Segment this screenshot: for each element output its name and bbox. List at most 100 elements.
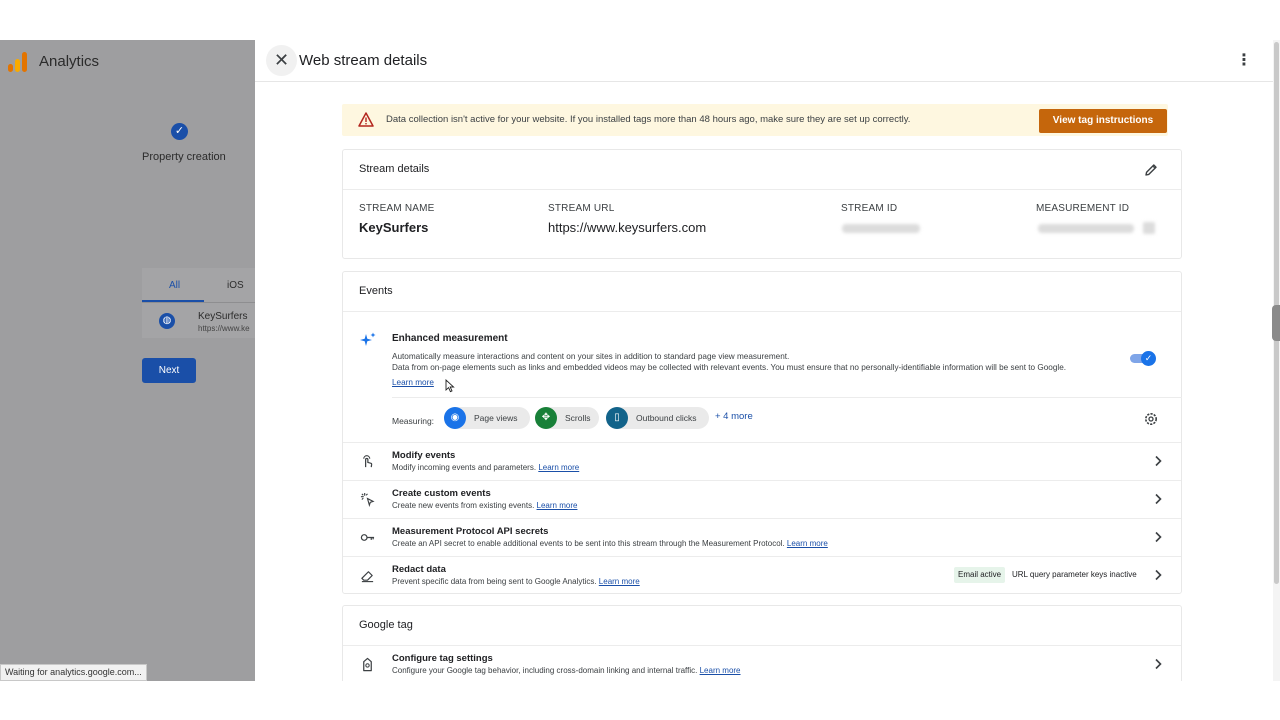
screen-frame: Analytics ✓ Property creation All iOS ◍ …	[0, 40, 1280, 681]
measurement-id-label: MEASUREMENT ID	[1036, 203, 1130, 214]
row-desc: Configure your Google tag behavior, incl…	[392, 666, 741, 675]
chip-label: Scrolls	[565, 413, 591, 423]
more-options-icon[interactable]: ⋮	[1236, 51, 1252, 71]
drawer-header: ✕ Web stream details ⋮	[255, 40, 1273, 82]
banner-text: Data collection isn't active for your we…	[386, 114, 911, 125]
chip-outbound-clicks[interactable]: ▯ Outbound clicks	[606, 407, 709, 429]
modify-events-row[interactable]: Modify events Modify incoming events and…	[343, 442, 1181, 480]
key-icon	[360, 534, 375, 541]
close-icon: ✕	[273, 50, 290, 70]
eye-icon: ◉	[444, 407, 466, 429]
row-desc: Create new events from existing events. …	[392, 501, 577, 510]
events-card: Events Enhanced measurement Automaticall…	[342, 271, 1182, 594]
chip-label: Page views	[474, 413, 518, 423]
chevron-right-icon	[1155, 455, 1162, 467]
enhanced-measurement-desc-2: Data from on-page elements such as links…	[392, 363, 1067, 372]
background-stream-url: https://www.ke	[198, 324, 250, 333]
row-desc-text: Create new events from existing events.	[392, 501, 535, 510]
scroll-arrows-icon: ✥	[535, 407, 557, 429]
background-app: Analytics ✓ Property creation All iOS ◍ …	[0, 40, 255, 681]
configure-tag-settings-row[interactable]: Configure tag settings Configure your Go…	[343, 645, 1181, 681]
web-stream-details-drawer: ✕ Web stream details ⋮ Data collection i…	[255, 40, 1273, 681]
measurement-id-value-redacted	[1038, 224, 1134, 233]
gear-icon[interactable]	[1143, 411, 1159, 427]
close-button[interactable]: ✕	[266, 45, 297, 76]
mouse-cursor-icon	[445, 379, 455, 393]
sparkle-icon	[360, 332, 376, 346]
warning-icon	[358, 112, 374, 127]
row-desc: Prevent specific data from being sent to…	[392, 577, 640, 586]
stream-url-label: STREAM URL	[548, 203, 615, 214]
mouse-icon: ▯	[606, 407, 628, 429]
step-label: Property creation	[142, 151, 226, 163]
create-custom-events-row[interactable]: Create custom events Create new events f…	[343, 480, 1181, 518]
enhanced-measurement-section: Enhanced measurement Automatically measu…	[343, 312, 1182, 442]
background-stream-name[interactable]: KeySurfers	[198, 311, 247, 322]
tab-ios[interactable]: iOS	[227, 280, 244, 291]
chevron-right-icon	[1155, 531, 1162, 543]
stream-id-label: STREAM ID	[841, 203, 898, 214]
row-desc-text: Configure your Google tag behavior, incl…	[392, 666, 698, 675]
chip-label: Outbound clicks	[636, 413, 697, 423]
enhanced-measurement-learn-more-link[interactable]: Learn more	[392, 378, 434, 387]
enhanced-measurement-title: Enhanced measurement	[392, 333, 508, 344]
stream-name-value: KeySurfers	[359, 220, 429, 235]
stream-url-value: https://www.keysurfers.com	[548, 220, 707, 235]
row-title: Redact data	[392, 564, 446, 575]
chevron-right-icon	[1155, 658, 1162, 670]
background-stream-card: All iOS ◍ KeySurfers https://www.ke	[142, 268, 255, 338]
next-button[interactable]: Next	[142, 358, 196, 383]
url-keys-status-badge: URL query parameter keys inactive	[1012, 570, 1137, 579]
row-title: Configure tag settings	[392, 653, 493, 664]
background-header: Analytics	[0, 40, 255, 82]
row-desc-text: Prevent specific data from being sent to…	[392, 577, 597, 586]
step-complete-check-icon: ✓	[171, 123, 188, 140]
drawer-title: Web stream details	[299, 52, 428, 69]
enhanced-measurement-desc-1: Automatically measure interactions and c…	[392, 352, 790, 361]
email-status-badge: Email active	[954, 567, 1006, 583]
stream-details-title: Stream details	[359, 163, 430, 175]
google-tag-card: Google tag Configure tag settings Config…	[342, 605, 1182, 681]
learn-more-link[interactable]: Learn more	[787, 539, 828, 548]
chip-scrolls[interactable]: ✥ Scrolls	[535, 407, 599, 429]
card-divider	[343, 189, 1181, 190]
browser-status-bar: Waiting for analytics.google.com...	[0, 664, 147, 681]
row-desc: Create an API secret to enable additiona…	[392, 539, 828, 548]
learn-more-link[interactable]: Learn more	[538, 463, 579, 472]
row-desc: Modify incoming events and parameters. L…	[392, 463, 579, 472]
toggle-check-icon: ✓	[1141, 351, 1156, 366]
chip-page-views[interactable]: ◉ Page views	[444, 407, 530, 429]
enhanced-measurement-toggle[interactable]: ✓	[1130, 351, 1156, 366]
learn-more-link[interactable]: Learn more	[599, 577, 640, 586]
redact-data-row[interactable]: Redact data Prevent specific data from b…	[343, 556, 1181, 594]
learn-more-link[interactable]: Learn more	[537, 501, 578, 510]
eraser-icon	[361, 571, 374, 583]
row-title: Measurement Protocol API secrets	[392, 526, 549, 537]
analytics-logo-icon	[8, 52, 28, 72]
view-tag-instructions-button[interactable]: View tag instructions	[1039, 109, 1167, 133]
more-events-link[interactable]: + 4 more	[715, 411, 753, 422]
stream-name-label: STREAM NAME	[359, 203, 435, 214]
click-sparkle-icon	[360, 492, 375, 507]
google-tag-title: Google tag	[359, 619, 413, 631]
learn-more-link[interactable]: Learn more	[700, 666, 741, 675]
row-title: Modify events	[392, 450, 456, 461]
chevron-right-icon	[1155, 493, 1162, 505]
tab-all[interactable]: All	[169, 280, 180, 291]
chevron-right-icon	[1155, 569, 1162, 581]
events-title: Events	[359, 285, 393, 297]
app-title: Analytics	[39, 53, 100, 70]
copy-icon[interactable]	[1143, 222, 1155, 234]
row-title: Create custom events	[392, 488, 491, 499]
globe-icon: ◍	[159, 313, 175, 329]
touch-hand-icon	[363, 455, 373, 468]
side-panel-handle[interactable]	[1272, 305, 1280, 341]
measuring-label: Measuring:	[392, 416, 435, 426]
row-desc-text: Modify incoming events and parameters.	[392, 463, 537, 472]
stream-details-card: Stream details STREAM NAME KeySurfers ST…	[342, 149, 1182, 259]
row-desc-text: Create an API secret to enable additiona…	[392, 539, 785, 548]
data-collection-warning-banner: Data collection isn't active for your we…	[342, 104, 1168, 136]
tag-icon	[363, 657, 372, 672]
edit-pencil-icon[interactable]	[1143, 162, 1159, 178]
measurement-protocol-row[interactable]: Measurement Protocol API secrets Create …	[343, 518, 1181, 556]
